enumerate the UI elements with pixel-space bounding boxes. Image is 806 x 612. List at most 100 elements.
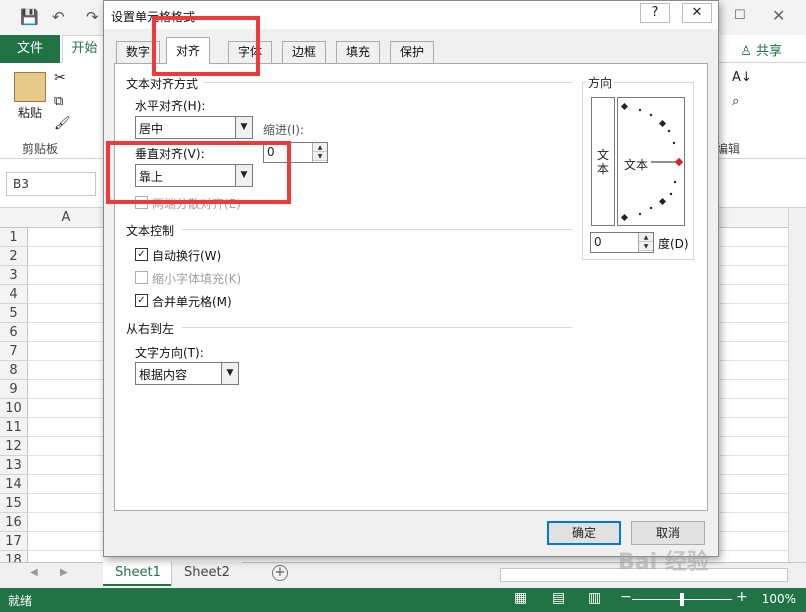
section-right-to-left: 从右到左 xyxy=(126,322,175,336)
add-sheet-icon[interactable]: + xyxy=(272,565,288,581)
vertical-text-button[interactable]: 文本 xyxy=(591,97,615,226)
row-header[interactable]: 5 xyxy=(0,304,28,323)
ok-button[interactable]: 确定 xyxy=(547,521,621,545)
share-button[interactable]: ♙ 共享 xyxy=(740,40,782,59)
row-header[interactable]: 15 xyxy=(0,494,28,513)
row-header[interactable]: 17 xyxy=(0,532,28,551)
format-painter-icon[interactable]: 🖌 xyxy=(54,116,71,131)
zoom-in-icon[interactable]: + xyxy=(736,589,748,605)
tab-border[interactable]: 边框 xyxy=(282,41,327,63)
indent-spin-buttons[interactable]: ▲ ▼ xyxy=(312,143,327,162)
zoom-level[interactable]: 100% xyxy=(762,592,796,606)
vertical-scrollbar[interactable] xyxy=(788,208,806,562)
row-header[interactable]: 13 xyxy=(0,456,28,475)
chevron-down-icon[interactable]: ▼ xyxy=(221,363,238,384)
vertical-align-select[interactable]: 靠上 ▼ xyxy=(135,164,253,187)
indent-spinner[interactable]: 0 ▲ ▼ xyxy=(263,142,328,163)
dial-text-label: 文本 xyxy=(624,158,649,172)
text-direction-select[interactable]: 根据内容 ▼ xyxy=(135,362,239,385)
wrap-text-checkbox[interactable]: ✓ xyxy=(135,248,148,261)
sheet-tab-1[interactable]: Sheet1 xyxy=(103,562,173,586)
section-orientation: 方向 xyxy=(586,74,615,91)
page-layout-icon[interactable]: ▤ xyxy=(552,590,565,606)
tab-alignment[interactable]: 对齐 xyxy=(166,37,211,64)
close-window-icon[interactable]: ✕ xyxy=(772,6,785,25)
row-header[interactable]: 3 xyxy=(0,266,28,285)
status-bar: 就绪 ▦ ▤ ▥ − + 100% xyxy=(0,588,806,612)
tab-file[interactable]: 文件 xyxy=(0,35,60,63)
spin-up-icon[interactable]: ▲ xyxy=(313,143,327,152)
zoom-out-icon[interactable]: − xyxy=(620,589,632,605)
dialog-title-bar[interactable]: 设置单元格格式 ? ✕ xyxy=(104,1,718,29)
spin-down-icon[interactable]: ▼ xyxy=(313,152,327,161)
cancel-button[interactable]: 取消 xyxy=(631,521,705,545)
sheet-tab-2[interactable]: Sheet2 xyxy=(171,562,242,586)
save-icon[interactable]: 💾 xyxy=(20,8,39,26)
redo-icon[interactable]: ↷ xyxy=(86,8,99,26)
status-text: 就绪 xyxy=(8,594,33,608)
merge-cells-label: 合并单元格(M) xyxy=(152,295,232,309)
distributed-label: 两端分散对齐(E) xyxy=(152,197,241,211)
row-header[interactable]: 14 xyxy=(0,475,28,494)
name-box[interactable]: B3 xyxy=(6,172,96,196)
spin-down-icon[interactable]: ▼ xyxy=(639,242,653,251)
section-divider xyxy=(204,82,572,83)
spin-up-icon[interactable]: ▲ xyxy=(639,233,653,242)
shrink-to-fit-checkbox[interactable] xyxy=(135,271,148,284)
tab-fill[interactable]: 填充 xyxy=(336,41,381,63)
row-header[interactable]: 4 xyxy=(0,285,28,304)
chevron-down-icon[interactable]: ▼ xyxy=(235,117,252,138)
horizontal-align-select[interactable]: 居中 ▼ xyxy=(135,116,253,139)
chevron-down-icon[interactable]: ▼ xyxy=(235,165,252,186)
cut-icon[interactable]: ✂ xyxy=(54,70,66,86)
column-header-a[interactable]: A xyxy=(30,208,102,228)
paste-label[interactable]: 粘贴 xyxy=(18,104,42,121)
text-direction-label: 文字方向(T): xyxy=(135,346,204,360)
row-header[interactable]: 8 xyxy=(0,361,28,380)
tab-font[interactable]: 字体 xyxy=(228,41,273,63)
section-text-control: 文本控制 xyxy=(126,224,175,238)
prev-sheet-icon[interactable]: ◀ xyxy=(30,567,38,578)
normal-view-icon[interactable]: ▦ xyxy=(514,590,527,606)
degrees-label: 度(D) xyxy=(658,237,689,251)
tab-home[interactable]: 开始 xyxy=(62,35,107,64)
next-sheet-icon[interactable]: ▶ xyxy=(60,567,68,578)
find-icon[interactable]: ⌕ xyxy=(732,94,739,109)
wrap-text-label: 自动换行(W) xyxy=(152,249,222,263)
degrees-spinner[interactable]: 0 ▲ ▼ xyxy=(590,232,654,253)
orientation-dial[interactable]: 文本 xyxy=(617,97,685,226)
row-header[interactable]: 10 xyxy=(0,399,28,418)
page-break-icon[interactable]: ▥ xyxy=(588,590,601,606)
row-header[interactable]: 11 xyxy=(0,418,28,437)
vertical-align-label: 垂直对齐(V): xyxy=(135,147,205,161)
group-editing-label: 编辑 xyxy=(716,142,741,156)
vertical-align-value: 靠上 xyxy=(139,170,164,184)
merge-cells-checkbox[interactable]: ✓ xyxy=(135,294,148,307)
row-header[interactable]: 2 xyxy=(0,247,28,266)
shrink-to-fit-label: 缩小字体填充(K) xyxy=(152,272,242,286)
sort-icon[interactable]: A↓ xyxy=(732,70,752,85)
section-divider xyxy=(182,229,572,230)
maximize-icon[interactable]: ☐ xyxy=(734,8,746,23)
row-header[interactable]: 1 xyxy=(0,228,28,247)
tab-protection[interactable]: 保护 xyxy=(390,41,435,63)
row-header[interactable]: 6 xyxy=(0,323,28,342)
zoom-slider-thumb[interactable] xyxy=(680,593,684,606)
copy-icon[interactable]: ⧉ xyxy=(54,94,63,109)
row-header[interactable]: 16 xyxy=(0,513,28,532)
tab-number[interactable]: 数字 xyxy=(116,41,161,63)
dialog-close-icon[interactable]: ✕ xyxy=(682,3,712,23)
distributed-checkbox[interactable] xyxy=(135,196,148,209)
row-header[interactable]: 7 xyxy=(0,342,28,361)
share-label: 共享 xyxy=(755,44,782,59)
undo-icon[interactable]: ↶ xyxy=(52,8,65,26)
section-text-alignment: 文本对齐方式 xyxy=(126,77,199,91)
paste-icon[interactable] xyxy=(14,72,46,102)
watermark: Bai 经验 xyxy=(618,550,709,575)
person-icon: ♙ xyxy=(740,44,752,59)
help-button[interactable]: ? xyxy=(640,3,670,23)
group-clipboard-label: 剪贴板 xyxy=(22,142,59,156)
row-header[interactable]: 9 xyxy=(0,380,28,399)
degrees-spin-buttons[interactable]: ▲ ▼ xyxy=(638,233,653,252)
row-header[interactable]: 12 xyxy=(0,437,28,456)
